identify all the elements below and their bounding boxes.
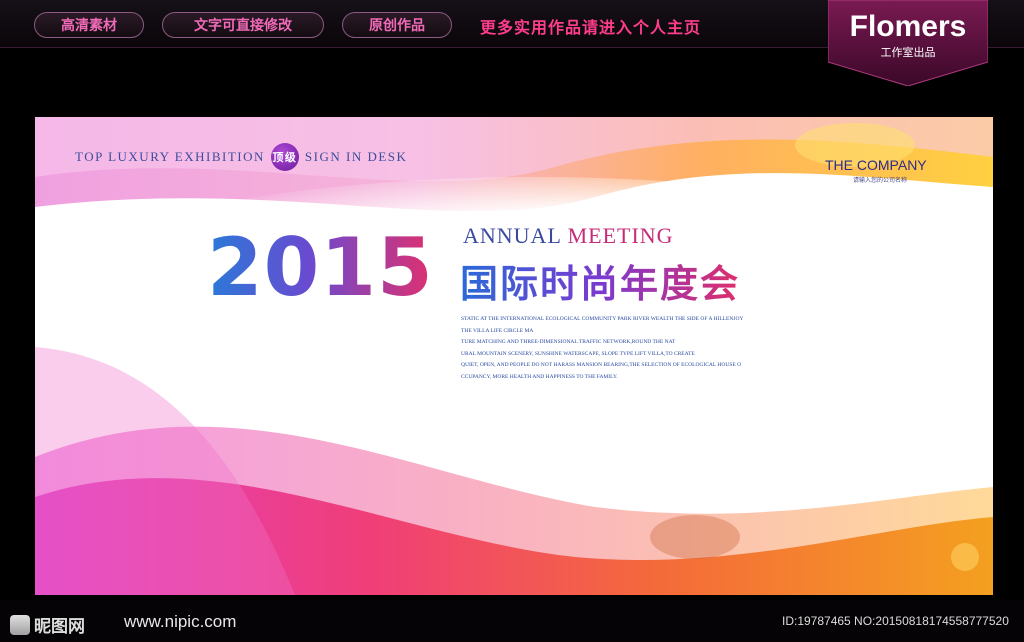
tag-hd-material[interactable]: 高清素材	[34, 12, 144, 38]
brand-subtitle: 工作室出品	[880, 46, 936, 59]
meeting-word: MEETING	[567, 223, 674, 248]
company-subtitle: 请输入您的公司名称	[853, 177, 908, 184]
chinese-title: 国际时尚年度会	[460, 253, 740, 308]
watermark-footer: 昵图网 www.nipic.com ID:19787465 NO:2015081…	[0, 600, 1024, 642]
top-slogan: TOP LUXURY EXHIBITION 顶级 SIGN IN DESK	[75, 143, 407, 171]
annual-word: ANNUAL	[463, 223, 562, 248]
desc-line: CCUPANCY, MORE HEALTH AND HAPPINESS TO T…	[461, 373, 618, 380]
top-badge: 顶级	[270, 143, 299, 171]
brand-badge: Flomers 工作室出品	[828, 0, 988, 86]
desc-line: TURE MATCHING AND THREE-DIMENSIONAL TRAF…	[461, 339, 676, 345]
nipic-logo-icon	[10, 614, 30, 635]
company-name: THE COMPANY	[825, 157, 927, 173]
annual-meeting-heading: ANNUAL MEETING	[463, 223, 674, 249]
desc-line: THE VILLA LIFE CIRCLE MA	[461, 327, 534, 334]
image-id-text: ID:19787465 NO:20150818174558777520	[782, 614, 1009, 628]
desc-line: STATIC AT THE INTERNATIONAL ECOLOGICAL C…	[461, 316, 744, 322]
tag-editable-text[interactable]: 文字可直接修改	[162, 12, 324, 38]
desc-line: QUIET, OPEN, AND PEOPLE DO NOT HARASS MA…	[461, 362, 742, 368]
banner-artwork: TOP LUXURY EXHIBITION 顶级 SIGN IN DESK TH…	[35, 117, 993, 595]
brand-name: Flomers	[849, 10, 967, 43]
site-url[interactable]: www.nipic.com	[124, 612, 236, 632]
slogan-left: TOP LUXURY EXHIBITION	[75, 149, 265, 164]
year-title: 2015	[207, 221, 434, 314]
promo-link[interactable]: 更多实用作品请进入个人主页	[480, 14, 701, 38]
desc-line: URAL MOUNTAIN SCENERY, SUNSHINE WATERSCA…	[461, 350, 695, 357]
tag-original-work[interactable]: 原创作品	[342, 12, 452, 38]
nipic-logo-text: 昵图网	[34, 617, 85, 637]
nipic-logo: 昵图网	[10, 612, 85, 637]
description-text: STATIC AT THE INTERNATIONAL ECOLOGICAL C…	[461, 314, 831, 383]
slogan-right: SIGN IN DESK	[304, 149, 408, 164]
